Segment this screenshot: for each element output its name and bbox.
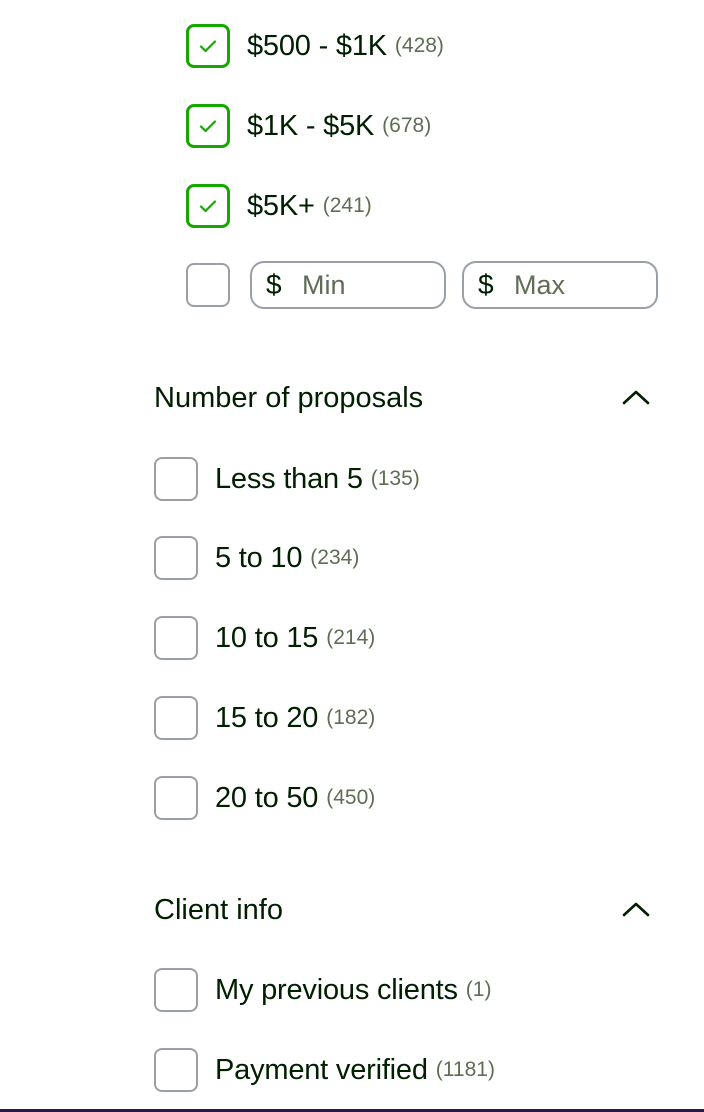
option-label: Payment verified xyxy=(215,1053,428,1086)
option-label: Less than 5 xyxy=(215,462,363,495)
option-count: (1) xyxy=(465,978,492,1001)
client-info-section-header[interactable]: Client info xyxy=(154,888,654,932)
max-budget-field[interactable]: $ xyxy=(462,261,658,309)
option-label: 5 to 10 xyxy=(215,541,303,574)
client-option-payment-verified[interactable]: Payment verified (1181) xyxy=(154,1046,495,1094)
budget-option-1k-5k[interactable]: $1K - $5K (678) xyxy=(186,102,431,150)
budget-option-500-1k[interactable]: $500 - $1K (428) xyxy=(186,22,444,70)
max-budget-input[interactable] xyxy=(514,269,634,301)
checkbox[interactable] xyxy=(154,616,198,660)
option-label: $500 - $1K xyxy=(247,29,387,62)
proposals-section-header[interactable]: Number of proposals xyxy=(154,376,654,420)
proposals-option-less-than-5[interactable]: Less than 5 (135) xyxy=(154,455,420,503)
dollar-icon: $ xyxy=(478,269,494,300)
option-count: (450) xyxy=(326,786,376,809)
chevron-up-icon[interactable] xyxy=(618,892,654,928)
proposals-option-10-to-15[interactable]: 10 to 15 (214) xyxy=(154,614,375,662)
option-count: (678) xyxy=(382,114,432,137)
option-count: (234) xyxy=(310,546,360,569)
option-label: 20 to 50 xyxy=(215,781,319,814)
dollar-icon: $ xyxy=(266,269,282,300)
custom-range-checkbox[interactable] xyxy=(186,263,230,307)
option-count: (182) xyxy=(326,706,376,729)
proposals-option-20-to-50[interactable]: 20 to 50 (450) xyxy=(154,774,375,822)
option-count: (241) xyxy=(322,194,372,217)
budget-option-5k-plus[interactable]: $5K+ (241) xyxy=(186,182,372,230)
min-budget-input[interactable] xyxy=(302,269,422,301)
checkbox[interactable] xyxy=(186,104,230,148)
min-budget-field[interactable]: $ xyxy=(250,261,446,309)
option-label: $5K+ xyxy=(247,189,315,222)
checkbox[interactable] xyxy=(154,1048,198,1092)
option-label: 10 to 15 xyxy=(215,621,319,654)
client-option-previous-clients[interactable]: My previous clients (1) xyxy=(154,966,491,1014)
proposals-option-15-to-20[interactable]: 15 to 20 (182) xyxy=(154,694,375,742)
checkbox[interactable] xyxy=(154,696,198,740)
checkbox[interactable] xyxy=(154,776,198,820)
proposals-option-5-to-10[interactable]: 5 to 10 (234) xyxy=(154,534,359,582)
option-label: $1K - $5K xyxy=(247,109,375,142)
checkbox[interactable] xyxy=(154,968,198,1012)
checkbox[interactable] xyxy=(154,457,198,501)
checkbox[interactable] xyxy=(186,184,230,228)
check-icon xyxy=(199,40,217,53)
section-title: Number of proposals xyxy=(154,381,424,414)
option-count: (1181) xyxy=(435,1058,495,1081)
budget-custom-range xyxy=(186,261,230,309)
section-title: Client info xyxy=(154,893,283,926)
check-icon xyxy=(199,200,217,213)
option-count: (428) xyxy=(394,34,444,57)
option-count: (135) xyxy=(370,467,420,490)
checkbox[interactable] xyxy=(186,24,230,68)
checkbox[interactable] xyxy=(154,536,198,580)
check-icon xyxy=(199,120,217,133)
option-label: 15 to 20 xyxy=(215,701,319,734)
option-count: (214) xyxy=(326,626,376,649)
chevron-up-icon[interactable] xyxy=(618,380,654,416)
option-label: My previous clients xyxy=(215,973,458,1006)
